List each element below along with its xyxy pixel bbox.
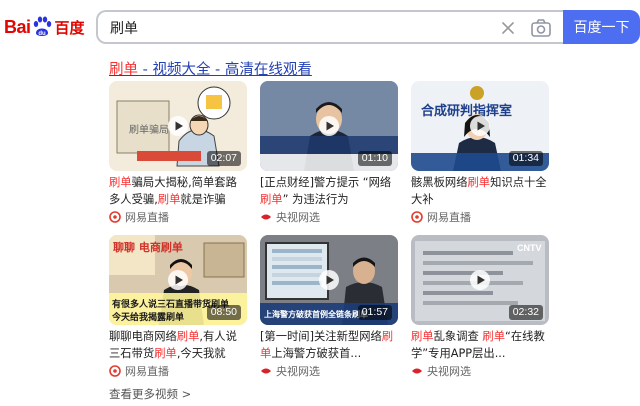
video-source: 网易直播 — [109, 363, 169, 379]
search-box — [96, 10, 564, 44]
logo-cn-text: 百度 — [54, 18, 85, 37]
video-thumbnail[interactable]: CNTV 02:32 — [411, 235, 549, 325]
paw-icon: du — [33, 16, 51, 37]
video-card[interactable]: 刷单骗局 02:07 刷单骗局大揭秘,简单套路多人受骗,刷单就是诈骗 网易直播 — [109, 81, 249, 227]
search-input[interactable] — [110, 18, 470, 38]
video-source: 网易直播 — [109, 209, 169, 225]
video-thumbnail[interactable]: 01:10 — [260, 81, 398, 171]
video-source: 央视网选 — [411, 363, 471, 379]
svg-text:刷单骗局: 刷单骗局 — [129, 123, 169, 136]
result-title-highlight: 刷单 — [109, 62, 138, 78]
play-icon[interactable] — [318, 115, 340, 137]
video-card[interactable]: 01:10 [正点财经]警方提示 “网络刷单” 为违法行为 央视网选 — [260, 81, 400, 227]
video-caption[interactable]: 骸黑板网络刷单知识点十全大补 — [411, 175, 549, 208]
video-caption[interactable]: [正点财经]警方提示 “网络刷单” 为违法行为 — [260, 175, 398, 208]
video-duration: 01:34 — [508, 151, 543, 166]
play-icon[interactable] — [167, 269, 189, 291]
video-card[interactable]: 合成研判指挥室 01:34 骸黑板网络刷单知识点十全大补 网易直播 — [411, 81, 551, 227]
video-caption[interactable]: 刷单骗局大揭秘,简单套路多人受骗,刷单就是诈骗 — [109, 175, 247, 208]
search-button[interactable]: 百度一下 — [563, 10, 640, 44]
cctv-icon — [412, 368, 422, 374]
video-thumbnail[interactable]: 合成研判指挥室 01:34 — [411, 81, 549, 171]
video-caption[interactable]: 刷单乱象调查 刷单“在线教学”专用APP层出... — [411, 329, 549, 362]
svg-text:聊聊 电商刷单: 聊聊 电商刷单 — [113, 240, 183, 254]
svg-text:今天给我揭露刷单: 今天给我揭露刷单 — [111, 311, 184, 323]
video-duration: 01:57 — [357, 305, 392, 320]
play-icon[interactable] — [469, 115, 491, 137]
netease-live-icon — [109, 211, 121, 223]
search-header: Bai du 百度 百度一下 — [0, 0, 640, 56]
video-source: 央视网选 — [260, 363, 320, 379]
video-thumbnail[interactable]: 刷单骗局 02:07 — [109, 81, 247, 171]
play-icon[interactable] — [167, 115, 189, 137]
more-videos-link[interactable]: 查看更多视频 > — [109, 386, 191, 402]
video-source: 央视网选 — [260, 209, 320, 225]
play-icon[interactable] — [469, 269, 491, 291]
logo-bai-text: Bai — [4, 16, 31, 37]
video-duration: 02:07 — [206, 151, 241, 166]
video-card[interactable]: 聊聊 电商刷单 有很多人说三石直播带货刷单 今天给我揭露刷单 08:50 聊聊电… — [109, 235, 249, 381]
video-caption[interactable]: 聊聊电商网络刷单,有人说三石带货刷单,今天我就给... — [109, 329, 247, 362]
svg-text:CNTV: CNTV — [517, 243, 542, 253]
video-card[interactable]: 上海警方破获首例全链条刷单 01:57 [第一时间]关注新型网络刷单上海警方破获… — [260, 235, 400, 381]
netease-live-icon — [411, 211, 423, 223]
play-icon[interactable] — [318, 269, 340, 291]
video-duration: 02:32 — [508, 305, 543, 320]
video-card[interactable]: CNTV 02:32 刷单乱象调查 刷单“在线教学”专用APP层出... 央视网… — [411, 235, 551, 381]
camera-icon[interactable] — [530, 17, 552, 39]
baidu-logo[interactable]: Bai du 百度 — [4, 12, 85, 42]
cctv-icon — [261, 214, 271, 220]
svg-text:上海警方破获首例全链条刷单: 上海警方破获首例全链条刷单 — [264, 309, 368, 319]
video-thumbnail[interactable]: 聊聊 电商刷单 有很多人说三石直播带货刷单 今天给我揭露刷单 08:50 — [109, 235, 247, 325]
video-source: 网易直播 — [411, 209, 471, 225]
result-title-text: - 视频大全 - 高清在线观看 — [138, 62, 312, 78]
clear-icon[interactable] — [498, 18, 518, 38]
video-caption[interactable]: [第一时间]关注新型网络刷单上海警方破获首... — [260, 329, 398, 362]
svg-text:du: du — [38, 31, 46, 37]
video-duration: 01:10 — [357, 151, 392, 166]
video-duration: 08:50 — [206, 305, 241, 320]
netease-live-icon — [109, 365, 121, 377]
cctv-icon — [261, 368, 271, 374]
svg-text:合成研判指挥室: 合成研判指挥室 — [421, 103, 512, 119]
result-title-link[interactable]: 刷单 - 视频大全 - 高清在线观看 — [109, 58, 312, 79]
video-thumbnail[interactable]: 上海警方破获首例全链条刷单 01:57 — [260, 235, 398, 325]
